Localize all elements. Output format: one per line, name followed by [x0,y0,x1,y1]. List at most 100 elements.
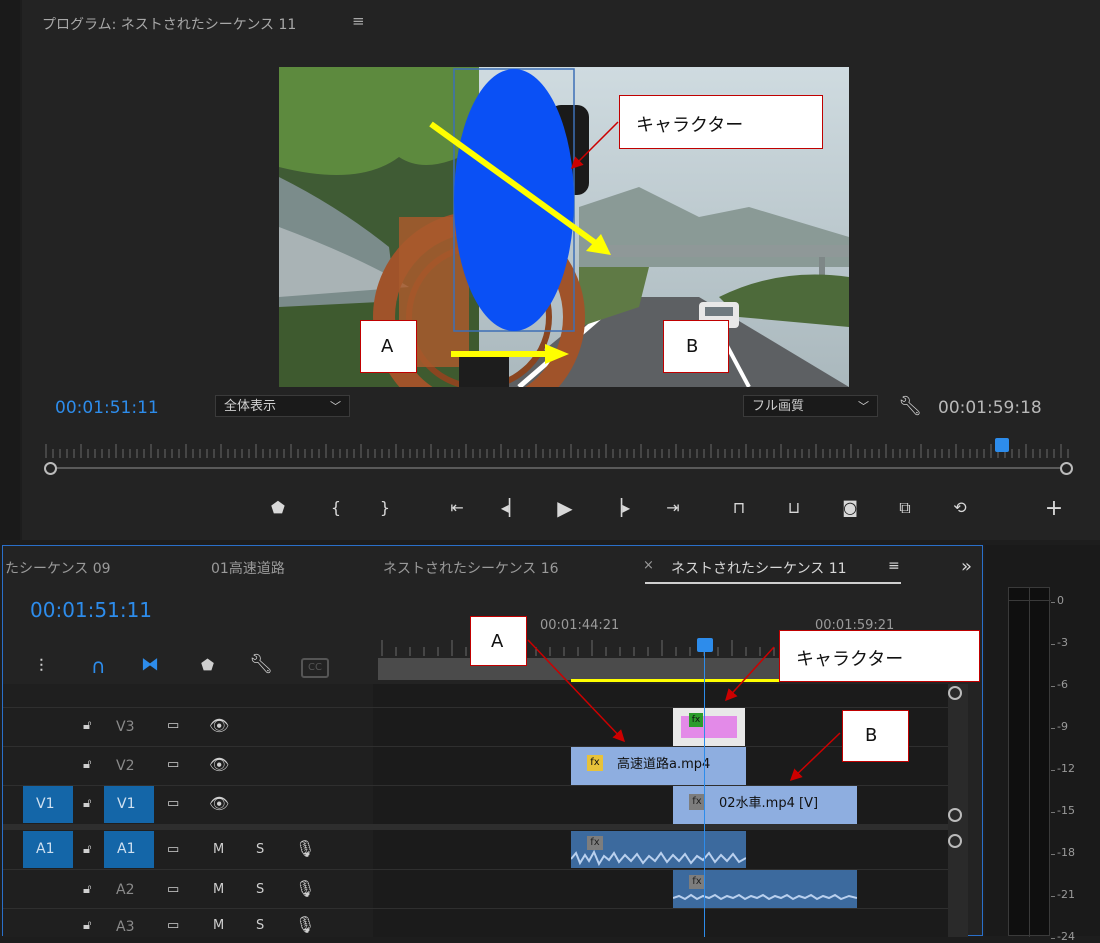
microphone-icon[interactable]: 🎙︎ [295,879,315,898]
step-forward-button[interactable]: ▕▸ [605,496,635,520]
scroll-handle-mid[interactable] [948,808,962,822]
source-patch-a1[interactable]: A1 [23,831,73,868]
clip-v1-waterwheel[interactable]: fx 02水車.mp4 [V] [673,786,857,824]
monitor-timeline-ruler[interactable] [44,440,1074,458]
scroll-handle-top[interactable] [948,686,962,700]
scroll-handle-audio[interactable] [948,834,962,848]
snap-magnet-icon[interactable]: ∩ [91,654,106,678]
play-button[interactable]: ▶ [550,496,580,520]
step-back-button[interactable]: ◂▏ [496,496,526,520]
zoom-select[interactable]: 全体表示 ﹀ [215,395,350,417]
add-marker-button[interactable]: ⬟ [263,496,293,520]
microphone-icon[interactable]: 🎙︎ [295,915,315,934]
zoom-scroll-bar[interactable] [44,462,1074,475]
meter-label: -9 [1057,720,1068,733]
wrench-icon[interactable]: 🔧︎ [898,394,922,417]
track-target-a1[interactable]: A1 [104,831,154,868]
sync-lock-icon[interactable]: ▭ [167,918,179,933]
active-tab-underline [645,582,901,584]
track-a2-label[interactable]: A2 [116,882,134,898]
sync-lock-icon[interactable]: ▭ [167,882,179,897]
scroll-handle-right[interactable] [1060,462,1073,475]
lock-icon[interactable]: 🔓︎ [83,842,91,857]
meter-label: 0 [1057,594,1064,607]
character-shape[interactable] [454,69,574,331]
lock-icon[interactable]: 🔓︎ [83,882,91,897]
monitor-duration: 00:01:59:18 [938,398,1042,418]
annotation-character-monitor: キャラクター [619,95,823,149]
eye-icon[interactable]: 👁︎ [209,755,229,774]
microphone-icon[interactable]: 🎙︎ [295,839,315,858]
track-target-v1[interactable]: V1 [104,786,154,823]
tab-close-icon[interactable]: × [643,558,654,573]
lock-icon[interactable]: 🔓︎ [83,918,91,933]
hamburger-menu-icon[interactable]: ≡ [352,12,365,30]
sync-lock-icon[interactable]: ▭ [167,718,179,733]
meter-label: -3 [1057,636,1068,649]
playhead-marker[interactable] [995,438,1009,452]
eye-icon[interactable]: 👁︎ [209,794,229,813]
mark-out-button[interactable]: } [370,496,400,520]
meter-label: -21 [1057,888,1075,901]
chevron-down-icon: ﹀ [330,400,341,413]
tab-sequence-16[interactable]: ネストされたシーケンス 16 [383,558,559,578]
clip-a2-audio[interactable]: fx [673,870,857,908]
annotation-a-label: A [491,631,504,652]
clip-v2-highway[interactable]: fx 高速道路a.mp4 [571,747,746,785]
source-patch-v1[interactable]: V1 [23,786,73,823]
track-v2-label[interactable]: V2 [116,758,134,774]
tab-menu-icon[interactable]: ≡ [888,558,900,574]
clip-v3-character[interactable]: fx [673,708,745,746]
go-to-out-button[interactable]: ⇥ [658,496,688,520]
meter-label: -12 [1057,762,1075,775]
overflow-chevron-icon[interactable]: » [961,556,972,577]
solo-button[interactable]: S [256,882,264,897]
add-marker-icon[interactable]: ⬟ [201,656,214,674]
insert-nest-tool-icon[interactable]: ⫶ [39,656,44,677]
lock-icon[interactable]: 🔓︎ [83,718,91,733]
monitor-current-time[interactable]: 00:01:51:11 [55,398,159,418]
sync-lock-icon[interactable]: ▭ [167,757,179,772]
source-patch-v1-label: V1 [36,796,55,812]
extract-button[interactable]: ⊔ [779,496,809,520]
mute-button[interactable]: M [213,882,224,897]
timeline-wrench-icon[interactable]: 🔧︎ [249,652,273,675]
annotation-character-timeline: キャラクター [779,630,980,682]
quality-select[interactable]: フル画質 ﹀ [743,395,878,417]
sync-lock-icon[interactable]: ▭ [167,796,179,811]
camera-icon[interactable]: ◙ [835,496,865,520]
annotation-b-label: B [686,336,699,357]
comparison-view-button[interactable]: ⧉ [890,496,920,520]
eye-icon[interactable]: 👁︎ [209,716,229,735]
tab-sequence-11[interactable]: ネストされたシーケンス 11 [671,558,847,578]
timeline-playhead-line[interactable] [704,651,705,937]
toggle-proxies-button[interactable]: ⟲ [945,496,975,520]
solo-button[interactable]: S [256,918,264,933]
solo-button[interactable]: S [256,842,264,857]
sync-lock-icon[interactable]: ▭ [167,842,179,857]
tab-sequence-09[interactable]: たシーケンス 09 [5,558,111,578]
lock-icon[interactable]: 🔓︎ [83,757,91,772]
clip-a1-audio[interactable]: fx [571,831,746,868]
fx-badge: fx [587,755,603,771]
mute-button[interactable]: M [213,842,224,857]
timeline-current-time[interactable]: 00:01:51:11 [30,598,152,622]
audio-waveform [673,893,857,901]
fx-badge: fx [689,794,705,810]
tab-highway[interactable]: 01高速道路 [211,558,285,578]
timeline-playhead-head[interactable] [697,638,713,652]
add-button-icon[interactable]: + [1039,497,1069,521]
scroll-handle-left[interactable] [44,462,57,475]
video-audio-divider[interactable] [3,824,948,830]
linked-selection-icon[interactable]: ⧓ [141,654,159,675]
lock-icon[interactable]: 🔓︎ [83,796,91,811]
meter-label: -24 [1057,930,1075,943]
track-v3-label[interactable]: V3 [116,719,134,735]
captions-icon[interactable]: CC [301,658,329,678]
lift-button[interactable]: ⊓ [724,496,754,520]
go-to-in-button[interactable]: ⇤ [442,496,472,520]
mark-in-button[interactable]: { [321,496,351,520]
mute-button[interactable]: M [213,918,224,933]
audio-meter-bars [1008,587,1051,937]
track-a3-label[interactable]: A3 [116,919,134,935]
